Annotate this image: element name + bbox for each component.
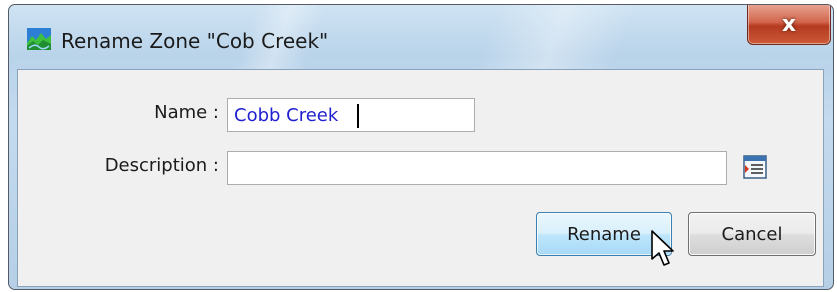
- cancel-button[interactable]: Cancel: [688, 212, 816, 256]
- description-label: Description :: [104, 155, 219, 176]
- watershed-icon: [27, 28, 51, 50]
- rename-zone-dialog: Rename Zone "Cob Creek" x Name : Descrip…: [8, 4, 834, 290]
- text-editor-icon[interactable]: [742, 154, 768, 180]
- close-button[interactable]: x: [747, 5, 831, 45]
- name-label: Name :: [154, 102, 219, 123]
- text-caret: [357, 104, 359, 128]
- dialog-body: Name : Description : Rename Cancel: [17, 69, 824, 287]
- mouse-pointer-icon: [651, 230, 674, 266]
- close-icon: x: [781, 11, 797, 37]
- dialog-title: Rename Zone "Cob Creek": [61, 29, 329, 53]
- name-field[interactable]: [227, 98, 475, 132]
- description-field[interactable]: [227, 151, 727, 185]
